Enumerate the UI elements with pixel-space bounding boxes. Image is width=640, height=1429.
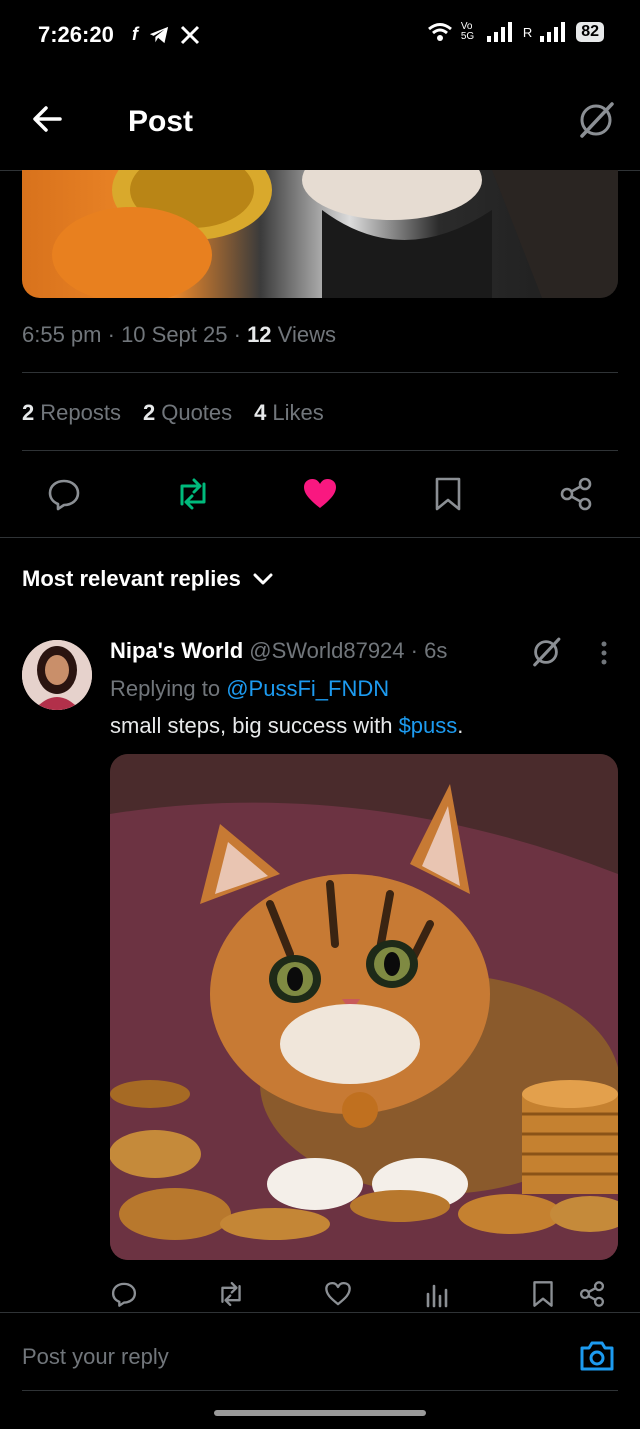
views-label: Views: [277, 322, 336, 347]
reply-author[interactable]: Nipa's World @SWorld87924 · 6s: [110, 638, 447, 664]
analytics-icon: [426, 1284, 448, 1308]
bookmark-icon: [435, 477, 461, 511]
reposts-stat[interactable]: 2 Reposts: [22, 400, 121, 426]
battery-indicator: 82: [576, 22, 604, 42]
post-media-image[interactable]: [22, 170, 618, 298]
reply-text: small steps, big success with $puss.: [110, 713, 464, 738]
reply-icon: [48, 479, 80, 511]
back-arrow-icon: [33, 106, 62, 132]
divider: [22, 1390, 618, 1391]
divider: [0, 1312, 640, 1313]
replies-sort-label: Most relevant replies: [22, 566, 241, 591]
divider: [22, 372, 618, 373]
reply-icon: [111, 1282, 137, 1307]
status-time: 7:26:20: [38, 22, 114, 47]
like-button[interactable]: [302, 476, 338, 512]
heart-filled-icon: [304, 479, 336, 508]
telegram-icon: [148, 25, 170, 45]
replying-to: Replying to @PussFi_FNDN: [110, 676, 390, 701]
signal-2-icon: [540, 22, 568, 42]
replying-to-link[interactable]: @PussFi_FNDN: [226, 676, 389, 701]
reply-more-button[interactable]: [596, 640, 612, 668]
reply-share-button[interactable]: [578, 1280, 606, 1308]
share-icon: [579, 1281, 605, 1307]
reply-media-image[interactable]: [110, 754, 618, 1260]
quotes-stat[interactable]: 2 Quotes: [143, 400, 232, 426]
signal-icon: [486, 22, 515, 42]
reply-bookmark-button[interactable]: [530, 1280, 556, 1308]
more-vertical-icon: [601, 641, 607, 665]
reply-composer-input[interactable]: Post your reply: [22, 1344, 169, 1370]
bookmark-button[interactable]: [432, 476, 464, 512]
post-timestamp: 6:55 pm · 10 Sept 25 · 12 Views: [22, 322, 336, 347]
cashtag-link[interactable]: $puss: [399, 713, 458, 738]
gesture-home-bar[interactable]: [214, 1410, 426, 1416]
grok-icon: [580, 102, 614, 138]
facebook-icon: f: [132, 24, 138, 44]
share-button[interactable]: [558, 476, 594, 512]
repost-icon: [221, 1281, 241, 1307]
reply-reply-button[interactable]: [110, 1280, 138, 1308]
reply-repost-button[interactable]: [216, 1280, 246, 1308]
repost-icon: [180, 478, 206, 510]
reply-author-handle: @SWorld87924: [249, 638, 405, 663]
grok-icon: [533, 637, 561, 667]
likes-stat[interactable]: 4 Likes: [254, 400, 324, 426]
wifi-icon: [427, 22, 453, 42]
kitten-with-coins-image: [110, 754, 618, 1260]
camera-icon: [580, 1341, 614, 1371]
system-icons: Vo 5G R 82: [427, 22, 604, 42]
status-bar: 7:26:20 f Vo 5G R 82: [0, 0, 640, 72]
cat-holding-coin-image: [52, 170, 618, 298]
page-title: Post: [128, 105, 194, 138]
top-app-bar: Post: [0, 72, 640, 171]
bookmark-icon: [533, 1281, 553, 1307]
reply-age: 6s: [424, 638, 448, 663]
divider: [22, 450, 618, 451]
repost-button[interactable]: [174, 476, 212, 512]
chevron-down-icon: [253, 573, 273, 585]
reply-views-button[interactable]: [424, 1280, 452, 1308]
post-action-bar: [0, 468, 640, 520]
heart-icon: [325, 1281, 351, 1306]
notification-icons: f: [132, 24, 200, 45]
replies-sort-dropdown[interactable]: Most relevant replies: [22, 566, 273, 592]
back-button[interactable]: [30, 102, 64, 136]
user-avatar-image: [22, 640, 92, 710]
sim2-label: R: [522, 24, 533, 40]
divider: [0, 537, 640, 538]
camera-button[interactable]: [578, 1338, 616, 1374]
x-logo-icon: [180, 25, 200, 45]
engagement-stats: 2 Reposts 2 Quotes 4 Likes: [22, 400, 324, 426]
reply-grok-button[interactable]: [530, 636, 562, 668]
reply-like-button[interactable]: [324, 1280, 352, 1308]
reply-author-name: Nipa's World: [110, 638, 244, 663]
grok-button[interactable]: [576, 100, 616, 140]
views-count: 12: [247, 322, 272, 347]
avatar[interactable]: [22, 640, 92, 710]
reply-button[interactable]: [46, 476, 82, 512]
reply-action-bar: [0, 1276, 640, 1316]
share-icon: [560, 477, 592, 511]
volte-label: Vo 5G: [460, 21, 475, 42]
